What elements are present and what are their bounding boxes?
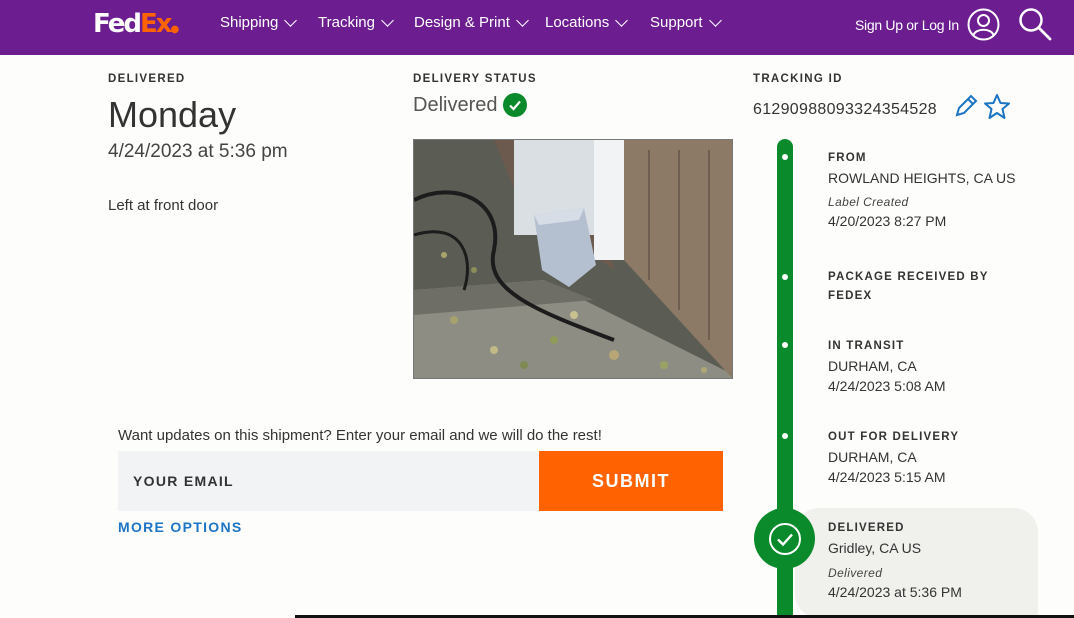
- delivery-note: Left at front door: [108, 197, 219, 214]
- nav-label: Locations: [545, 14, 610, 31]
- timeline-event-out-for-delivery: OUT FOR DELIVERY DURHAM, CA 4/24/2023 5:…: [828, 428, 959, 485]
- timeline-event-title: IN TRANSIT: [828, 340, 905, 352]
- check-circle-icon: [768, 522, 801, 555]
- tracking-id-label: TRACKING ID: [753, 73, 843, 85]
- email-input[interactable]: [118, 451, 539, 511]
- timeline-event-location: Gridley, CA US: [828, 540, 922, 556]
- nav-shipping[interactable]: Shipping: [220, 13, 298, 31]
- timeline-event-in-transit: IN TRANSIT DURHAM, CA 4/24/2023 5:08 AM: [828, 337, 946, 394]
- delivery-status-label: DELIVERY STATUS: [413, 73, 537, 85]
- nav-tracking[interactable]: Tracking: [318, 13, 394, 31]
- star-icon: [984, 94, 1010, 119]
- chevron-down-icon: [284, 13, 298, 27]
- chevron-down-icon: [516, 13, 529, 27]
- timeline-event-time: 4/24/2023 5:08 AM: [828, 378, 946, 394]
- search-icon: [1019, 8, 1052, 41]
- delivery-datetime: 4/24/2023 at 5:36 pm: [108, 141, 288, 162]
- timeline-event-time: 4/24/2023 5:15 AM: [828, 469, 946, 485]
- chevron-down-icon: [708, 13, 722, 27]
- timeline-event-time: 4/20/2023 8:27 PM: [828, 213, 947, 229]
- delivery-status: Delivered: [413, 93, 528, 117]
- delivery-photo[interactable]: [413, 139, 733, 379]
- timeline-dot: [782, 274, 788, 280]
- timeline-delivered-marker: [754, 508, 815, 569]
- timeline-event-location: DURHAM, CA: [828, 449, 917, 465]
- timeline-event-title: DELIVERED: [828, 522, 905, 534]
- timeline-event-title-line2: FEDEX: [828, 290, 873, 302]
- chevron-down-icon: [615, 13, 629, 27]
- timeline-event-status: Delivered: [828, 566, 883, 580]
- timeline-dot: [782, 433, 788, 439]
- signin-link[interactable]: Sign Up or Log In: [855, 8, 1000, 41]
- timeline-dot: [782, 154, 788, 160]
- pencil-icon: [955, 94, 978, 117]
- delivered-label: DELIVERED: [108, 73, 186, 85]
- nav-support[interactable]: Support: [650, 13, 722, 31]
- timeline-event-location: ROWLAND HEIGHTS, CA US: [828, 170, 1016, 186]
- signin-label: Sign Up or Log In: [855, 16, 959, 33]
- user-circle-icon: [967, 8, 1000, 41]
- timeline-event-from: FROM ROWLAND HEIGHTS, CA US Label Create…: [828, 149, 1015, 229]
- nav-label: Shipping: [220, 14, 279, 31]
- chevron-down-icon: [381, 13, 394, 27]
- timeline-event-status: Label Created: [828, 195, 909, 209]
- nav-design-print[interactable]: Design & Print: [414, 13, 529, 31]
- search-button[interactable]: [1017, 6, 1053, 47]
- edit-tracking-button[interactable]: [953, 93, 979, 124]
- nav-label: Design & Print: [414, 14, 510, 31]
- tracking-id: 61290988093324354528: [753, 101, 937, 118]
- timeline-event-title: FROM: [828, 152, 867, 164]
- timeline-event-title: OUT FOR DELIVERY: [828, 431, 960, 443]
- delivery-day: Monday: [108, 94, 237, 135]
- check-circle-icon: [503, 93, 528, 117]
- nav-locations[interactable]: Locations: [545, 13, 629, 31]
- top-nav: FedEx● Shipping Tracking Design & Print …: [0, 0, 1074, 55]
- nav-label: Tracking: [318, 14, 375, 31]
- timeline-event-received: PACKAGE RECEIVED BY FEDEX: [828, 268, 989, 306]
- submit-button[interactable]: SUBMIT: [539, 451, 723, 511]
- fedex-logo[interactable]: FedEx●: [93, 9, 179, 39]
- favorite-button[interactable]: [983, 93, 1011, 125]
- timeline-event-time: 4/24/2023 at 5:36 PM: [828, 584, 962, 600]
- more-options-link[interactable]: MORE OPTIONS: [118, 519, 243, 535]
- nav-label: Support: [650, 14, 703, 31]
- timeline-event-delivered: DELIVERED Gridley, CA US Delivered 4/24/…: [828, 519, 962, 600]
- timeline-dot: [782, 342, 788, 348]
- delivery-status-value: Delivered: [413, 93, 498, 116]
- email-updates-prompt: Want updates on this shipment? Enter you…: [118, 427, 602, 444]
- timeline-event-location: DURHAM, CA: [828, 358, 917, 374]
- timeline-event-title: PACKAGE RECEIVED BY: [828, 271, 989, 283]
